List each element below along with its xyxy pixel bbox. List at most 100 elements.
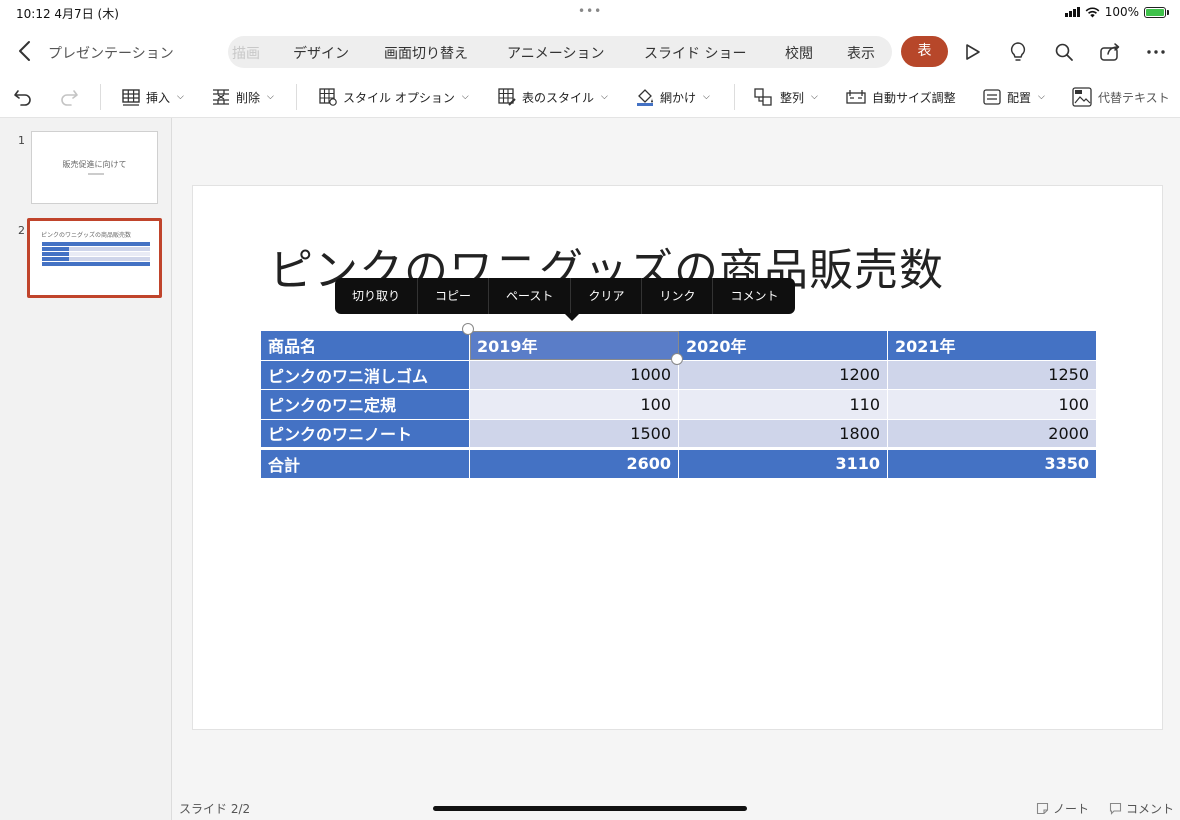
alt-text-label: 代替テキスト: [1098, 90, 1170, 105]
table-row: ピンクのワニ定規 100 110 100: [260, 389, 1097, 420]
table-cell[interactable]: 合計: [260, 447, 470, 479]
table-cell[interactable]: 1500: [469, 418, 679, 449]
comment-menu-item[interactable]: コメント: [712, 278, 795, 314]
table-cell[interactable]: 1250: [887, 359, 1097, 390]
table-row: ピンクのワニノート 1500 1800 2000: [260, 418, 1097, 449]
selection-handle-end[interactable]: [671, 353, 683, 365]
play-icon[interactable]: [960, 40, 984, 64]
app-title[interactable]: プレゼンテーション: [48, 43, 174, 63]
ribbon-tab-strip: 描画 デザイン 画面切り替え アニメーション スライド ショー 校閲 表示: [228, 36, 892, 68]
undo-button[interactable]: [12, 86, 34, 108]
notes-icon: [1036, 802, 1049, 815]
slide-thumbnail-pane: 1 販売促進に向けて 2 ピンクのワニグッズの商品販売数: [0, 118, 172, 820]
tab-slideshow[interactable]: スライド ショー: [644, 43, 746, 63]
slide-thumbnail-1[interactable]: 販売促進に向けて: [31, 131, 158, 204]
tab-animations[interactable]: アニメーション: [507, 43, 604, 63]
insert-label: 挿入: [146, 90, 171, 105]
table-insert-icon: [122, 89, 140, 106]
style-options-label: スタイル オプション: [343, 90, 455, 105]
delete-button[interactable]: 削除 ⌵: [211, 86, 274, 108]
back-chevron-icon[interactable]: [12, 38, 38, 64]
align-label: 配置: [1007, 90, 1032, 105]
share-icon[interactable]: [1098, 40, 1122, 64]
table-cell[interactable]: 2600: [469, 447, 679, 479]
align-button[interactable]: 配置 ⌵: [982, 86, 1045, 108]
divider: [734, 84, 735, 110]
shading-button[interactable]: 網かけ ⌵: [635, 86, 710, 108]
comments-button[interactable]: コメント: [1109, 800, 1174, 817]
selection-handle-start[interactable]: [462, 323, 474, 335]
battery-percent: 100%: [1104, 5, 1139, 19]
tab-view[interactable]: 表示: [847, 43, 875, 63]
multitasking-dots[interactable]: •••: [578, 4, 602, 18]
signal-icon: [1064, 7, 1080, 17]
table-cell[interactable]: 3110: [678, 447, 888, 479]
table-cell[interactable]: 3350: [887, 447, 1097, 479]
redo-button[interactable]: [58, 86, 80, 108]
table-cell[interactable]: 1200: [678, 359, 888, 390]
lightbulb-icon[interactable]: [1006, 40, 1030, 64]
table-cell[interactable]: 100: [887, 389, 1097, 420]
command-bar: 挿入 ⌵ 削除 ⌵ スタイル オプション ⌵ 表のスタイル ⌵ 網かけ ⌵ 整列 ⌵ 自動サ…: [0, 76, 1180, 118]
table-cell[interactable]: 2000: [887, 418, 1097, 449]
table-cell[interactable]: 1000: [469, 359, 679, 390]
tab-design[interactable]: デザイン: [293, 43, 349, 63]
arrange-button[interactable]: 整列 ⌵: [753, 86, 818, 108]
slide-canvas[interactable]: ピンクのワニグッズの商品販売数 商品名 2019年 2020年 2021年 ピン…: [192, 185, 1163, 730]
redo-icon: [61, 90, 78, 106]
copy-menu-item[interactable]: コピー: [417, 278, 488, 314]
table-header-cell[interactable]: 2020年: [678, 330, 888, 361]
table-header-cell[interactable]: 2021年: [887, 330, 1097, 361]
more-icon[interactable]: [1144, 40, 1168, 64]
status-right: 100%: [1064, 5, 1169, 19]
notes-label: ノート: [1053, 802, 1090, 816]
table-cell[interactable]: 100: [469, 389, 679, 420]
table-cell[interactable]: ピンクのワニ定規: [260, 389, 470, 420]
autofit-label: 自動サイズ調整: [872, 90, 956, 105]
table-cell[interactable]: 1800: [678, 418, 888, 449]
thumbnail-canvas: ピンクのワニグッズの商品販売数: [33, 224, 156, 292]
shading-label: 網かけ: [660, 90, 697, 105]
status-time: 10:12 4月7日 (木): [16, 7, 119, 21]
context-menu-pointer: [564, 313, 580, 321]
divider: [296, 84, 297, 110]
alt-text-icon: [1072, 87, 1092, 107]
table-cell[interactable]: 110: [678, 389, 888, 420]
table-delete-icon: [213, 89, 229, 105]
table-cell[interactable]: ピンクのワニノート: [260, 418, 470, 449]
table-header-cell[interactable]: 商品名: [260, 330, 470, 361]
table-total-row: 合計 2600 3110 3350: [260, 447, 1097, 479]
autofit-icon: [846, 90, 866, 104]
ribbon-tabs-row: プレゼンテーション 描画 デザイン 画面切り替え アニメーション スライド ショ…: [0, 26, 1180, 76]
table-header-cell-selected[interactable]: 2019年: [469, 330, 679, 361]
comments-label: コメント: [1126, 802, 1175, 816]
insert-button[interactable]: 挿入 ⌵: [121, 86, 184, 108]
thumbnail-title: ピンクのワニグッズの商品販売数: [41, 232, 132, 239]
search-icon[interactable]: [1052, 40, 1076, 64]
alt-text-button[interactable]: 代替テキスト: [1071, 86, 1170, 108]
tab-draw[interactable]: 描画: [232, 43, 260, 63]
table-styles-button[interactable]: 表のスタイル ⌵: [497, 86, 608, 108]
slide-thumbnail-2[interactable]: ピンクのワニグッズの商品販売数: [27, 218, 162, 298]
thumbnail-number: 2: [18, 224, 25, 237]
tab-table[interactable]: 表: [901, 36, 948, 67]
table-cell[interactable]: ピンクのワニ消しゴム: [260, 359, 470, 390]
paste-menu-item[interactable]: ペースト: [488, 278, 570, 314]
style-options-button[interactable]: スタイル オプション ⌵: [318, 86, 469, 108]
notes-button[interactable]: ノート: [1036, 800, 1089, 817]
thumbnail-mini-table: [42, 242, 150, 267]
clear-menu-item[interactable]: クリア: [570, 278, 641, 314]
thumbnail-subtitle-line: [88, 173, 104, 175]
tab-transitions[interactable]: 画面切り替え: [384, 43, 468, 63]
slide-indicator: スライド 2/2: [179, 802, 251, 816]
battery-icon: [1144, 6, 1169, 18]
home-indicator[interactable]: [433, 806, 747, 811]
arrange-label: 整列: [780, 90, 805, 105]
cut-menu-item[interactable]: 切り取り: [335, 278, 417, 314]
autofit-button[interactable]: 自動サイズ調整: [845, 86, 956, 108]
tab-review[interactable]: 校閲: [785, 43, 813, 63]
shading-bucket-icon: [637, 89, 653, 106]
table-styles-icon: [498, 88, 516, 106]
link-menu-item[interactable]: リンク: [641, 278, 712, 314]
undo-icon: [14, 90, 31, 106]
